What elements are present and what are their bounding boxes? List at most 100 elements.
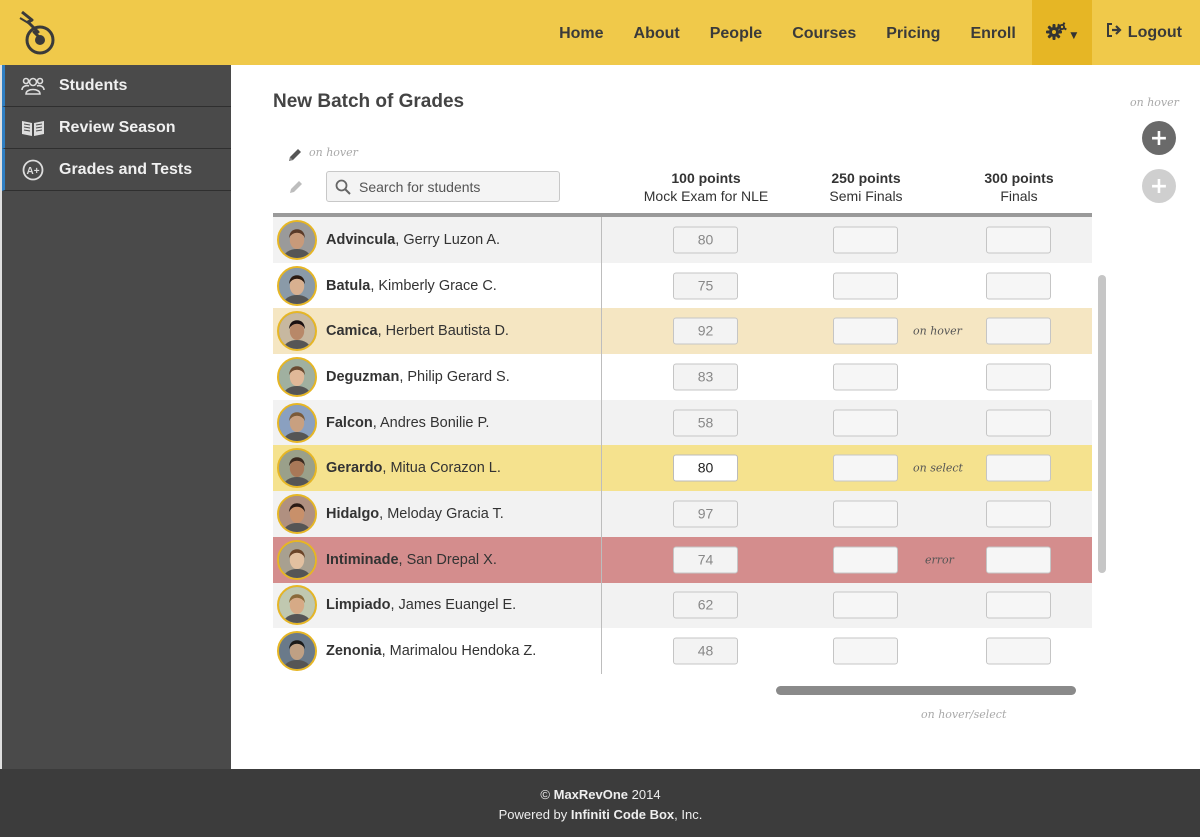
student-search	[326, 171, 560, 202]
student-last-name: Gerardo	[326, 460, 383, 477]
student-name: Deguzman, Philip Gerard S.	[326, 369, 510, 385]
table-row[interactable]: Batula, Kimberly Grace C. 75	[273, 262, 1092, 309]
student-name: Hidalgo, Meloday Gracia T.	[326, 506, 504, 522]
sidebar-item-students[interactable]: Students	[2, 65, 231, 107]
grade-input-mock-exam[interactable]: 80	[673, 454, 738, 482]
table-row[interactable]: Falcon, Andres Bonilie P. 58	[273, 399, 1092, 446]
grade-icon: A+	[21, 159, 45, 181]
column-divider	[601, 445, 602, 492]
student-name: Batula, Kimberly Grace C.	[326, 278, 497, 294]
edit-hint-note: on hover	[309, 146, 358, 159]
table-row[interactable]: Limpiado, James Euangel E. 62	[273, 582, 1092, 629]
nav-courses[interactable]: Courses	[777, 0, 871, 65]
avatar	[277, 311, 317, 352]
grade-input-finals[interactable]	[986, 272, 1051, 300]
grade-input-finals[interactable]	[986, 409, 1051, 437]
plus-icon: +	[1149, 125, 1169, 151]
grade-input-mock-exam[interactable]: 92	[673, 317, 738, 345]
grade-input-mock-exam[interactable]: 62	[673, 591, 738, 619]
column-points: 300 points	[984, 170, 1054, 186]
grade-input-semi-finals[interactable]	[833, 454, 898, 482]
nav-enroll[interactable]: Enroll	[955, 0, 1030, 65]
table-row[interactable]: Hidalgo, Meloday Gracia T. 97	[273, 491, 1092, 537]
footer: © MaxRevOne 2014 Powered by Infiniti Cod…	[0, 769, 1200, 837]
sidebar-item-label: Students	[59, 76, 128, 94]
grade-input-semi-finals[interactable]	[833, 317, 898, 345]
sidebar-item-review-season[interactable]: Review Season	[2, 107, 231, 149]
nav-home[interactable]: Home	[544, 0, 618, 65]
grade-input-finals[interactable]	[986, 363, 1051, 391]
pencil-icon[interactable]	[287, 147, 303, 167]
pencil-icon[interactable]	[288, 179, 304, 199]
grade-input-mock-exam[interactable]: 80	[673, 226, 738, 254]
grade-input-mock-exam[interactable]: 97	[673, 500, 738, 528]
grade-input-semi-finals[interactable]	[833, 546, 898, 574]
student-name: Falcon, Andres Bonilie P.	[326, 415, 489, 431]
nav-pricing[interactable]: Pricing	[871, 0, 955, 65]
grade-input-semi-finals[interactable]	[833, 226, 898, 254]
grade-input-finals[interactable]	[986, 500, 1051, 528]
table-row[interactable]: Gerardo, Mitua Corazon L. 80 on select	[273, 445, 1092, 492]
table-row[interactable]: Intiminade, San Drepal X. 74 error	[273, 536, 1092, 583]
student-last-name: Zenonia	[326, 643, 382, 660]
powered-by-prefix: Powered by	[498, 807, 571, 822]
nav-about[interactable]: About	[619, 0, 695, 65]
search-input[interactable]	[359, 178, 549, 195]
settings-menu-button[interactable]: ▼	[1031, 0, 1092, 65]
student-last-name: Limpiado	[326, 597, 391, 614]
table-row[interactable]: Zenonia, Marimalou Hendoka Z. 48	[273, 628, 1092, 674]
student-last-name: Batula	[326, 277, 371, 294]
top-header: Home About People Courses Pricing Enroll	[0, 0, 1200, 65]
grade-input-finals[interactable]	[986, 591, 1051, 619]
grade-input-mock-exam[interactable]: 48	[673, 637, 738, 665]
column-points: 250 points	[831, 170, 901, 186]
brand-name: MaxRevOne	[553, 787, 629, 802]
add-column-button[interactable]: +	[1142, 121, 1176, 155]
grade-input-semi-finals[interactable]	[833, 272, 898, 300]
column-header-finals[interactable]: 300 points Finals	[954, 169, 1084, 205]
student-name: Gerardo, Mitua Corazon L.	[326, 460, 501, 476]
grade-input-mock-exam[interactable]: 83	[673, 363, 738, 391]
student-last-name: Deguzman	[326, 368, 400, 385]
student-last-name: Advincula	[326, 231, 396, 248]
column-divider	[601, 217, 602, 263]
column-divider	[601, 262, 602, 309]
grade-input-finals[interactable]	[986, 546, 1051, 574]
nav-people[interactable]: People	[695, 0, 777, 65]
grade-input-finals[interactable]	[986, 454, 1051, 482]
column-header-mock-exam[interactable]: 100 points Mock Exam for NLE	[631, 169, 781, 205]
grade-input-semi-finals[interactable]	[833, 409, 898, 437]
grade-input-mock-exam[interactable]: 75	[673, 272, 738, 300]
column-divider	[601, 399, 602, 446]
avatar	[277, 448, 317, 489]
student-name: Intiminade, San Drepal X.	[326, 552, 497, 568]
student-first-name: , Philip Gerard S.	[399, 368, 510, 385]
table-row[interactable]: Camica, Herbert Bautista D. 92 on hover	[273, 308, 1092, 355]
avatar	[277, 356, 317, 397]
logout-label: Logout	[1127, 23, 1182, 41]
sidebar-item-grades-and-tests[interactable]: A+ Grades and Tests	[2, 149, 231, 191]
grade-input-finals[interactable]	[986, 317, 1051, 345]
book-icon	[21, 117, 45, 139]
brand-logo-icon[interactable]	[16, 8, 60, 58]
grade-input-semi-finals[interactable]	[833, 500, 898, 528]
grade-input-semi-finals[interactable]	[833, 363, 898, 391]
table-row[interactable]: Advincula, Gerry Luzon A. 80	[273, 217, 1092, 263]
grade-input-mock-exam[interactable]: 74	[673, 546, 738, 574]
add-column-button-disabled[interactable]: +	[1142, 169, 1176, 203]
vertical-scrollbar[interactable]	[1098, 275, 1106, 573]
student-first-name: , Kimberly Grace C.	[370, 277, 497, 294]
grade-input-mock-exam[interactable]: 58	[673, 409, 738, 437]
grade-input-finals[interactable]	[986, 226, 1051, 254]
student-first-name: , Meloday Gracia T.	[379, 505, 504, 522]
student-last-name: Hidalgo	[326, 505, 380, 522]
grade-input-semi-finals[interactable]	[833, 591, 898, 619]
column-header-semi-finals[interactable]: 250 points Semi Finals	[801, 169, 931, 205]
horizontal-scrollbar[interactable]	[776, 686, 1076, 695]
avatar	[277, 493, 317, 534]
logout-button[interactable]: Logout	[1092, 0, 1200, 65]
table-row[interactable]: Deguzman, Philip Gerard S. 83	[273, 354, 1092, 400]
grade-input-semi-finals[interactable]	[833, 637, 898, 665]
grade-input-finals[interactable]	[986, 637, 1051, 665]
scrollbar-hint-note: on hover/select	[921, 708, 1007, 721]
